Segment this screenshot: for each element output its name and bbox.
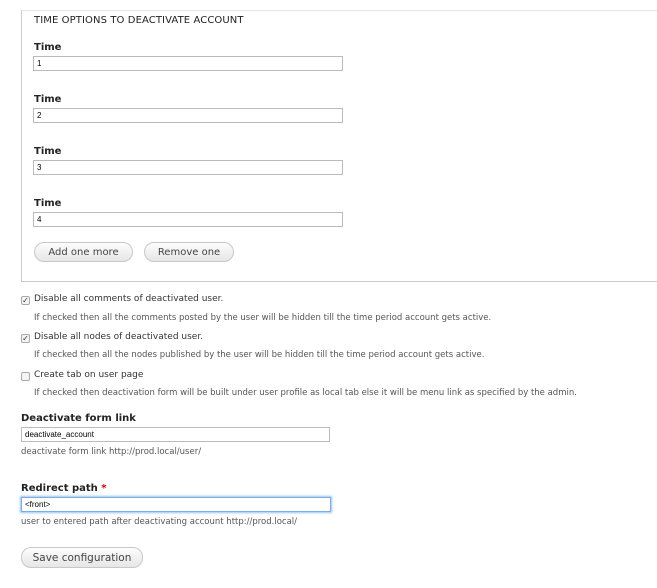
redirect-path-input[interactable] xyxy=(21,497,331,512)
disable-nodes-label: Disable all nodes of deactivated user. xyxy=(34,332,204,342)
time-input-1[interactable] xyxy=(33,56,343,71)
fieldset-legend: TIME OPTIONS TO DEACTIVATE ACCOUNT xyxy=(34,15,244,26)
remove-one-button[interactable]: Remove one xyxy=(144,242,234,262)
time-input-4[interactable] xyxy=(33,212,343,227)
redirect-path-desc: user to entered path after deactivating … xyxy=(21,517,298,527)
disable-comments-checkbox[interactable]: ✓ xyxy=(21,296,30,305)
form-link-input[interactable] xyxy=(21,427,330,442)
create-tab-label: Create tab on user page xyxy=(34,370,144,380)
disable-comments-label: Disable all comments of deactivated user… xyxy=(34,294,224,304)
redirect-label-text: Redirect path xyxy=(21,483,98,494)
disable-comments-desc: If checked then all the comments posted … xyxy=(34,313,492,323)
checkmark-icon: ✓ xyxy=(22,334,29,343)
redirect-path-label: Redirect path * xyxy=(21,483,107,494)
time-label-3: Time xyxy=(34,146,62,157)
disable-nodes-desc: If checked then all the nodes published … xyxy=(34,350,485,360)
save-configuration-button[interactable]: Save configuration xyxy=(21,547,143,568)
create-tab-checkbox[interactable] xyxy=(21,372,30,381)
create-tab-desc: If checked then deactivation form will b… xyxy=(34,388,577,398)
checkmark-icon: ✓ xyxy=(22,296,29,305)
time-label-2: Time xyxy=(34,94,62,105)
time-input-2[interactable] xyxy=(33,108,343,123)
form-link-label: Deactivate form link xyxy=(21,413,136,424)
add-one-more-button[interactable]: Add one more xyxy=(34,242,133,262)
time-input-3[interactable] xyxy=(33,160,343,175)
required-marker: * xyxy=(101,483,107,494)
form-link-desc: deactivate form link http://prod.local/u… xyxy=(21,447,202,457)
time-label-1: Time xyxy=(34,42,62,53)
time-label-4: Time xyxy=(34,198,62,209)
disable-nodes-checkbox[interactable]: ✓ xyxy=(21,334,30,343)
